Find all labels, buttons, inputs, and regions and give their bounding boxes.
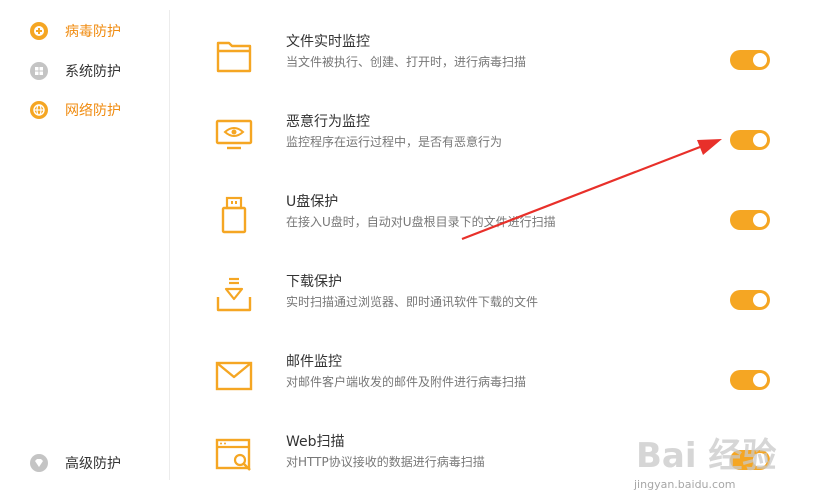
file-monitor-toggle[interactable] (730, 50, 770, 70)
download-tray-icon (216, 277, 252, 312)
setting-description: 在接入U盘时，自动对U盘根目录下的文件进行扫描 (286, 215, 556, 229)
setting-title: 邮件监控 (286, 354, 342, 370)
toggle-knob (753, 213, 767, 227)
setting-title: U盘保护 (286, 194, 339, 210)
diamond-icon (30, 454, 48, 472)
sidebar-item-system-protection[interactable]: 系统防护 (30, 60, 121, 82)
watermark-logo: Bai 经验 (636, 436, 777, 476)
windows-icon (30, 62, 48, 80)
usb-drive-icon (221, 196, 247, 234)
toggle-knob (753, 373, 767, 387)
sidebar-item-label: 系统防护 (65, 64, 121, 80)
sidebar-item-label: 网络防护 (65, 103, 121, 119)
folder-icon (216, 41, 252, 73)
behavior-monitor-toggle[interactable] (730, 130, 770, 150)
toggle-knob (753, 293, 767, 307)
toggle-knob (753, 133, 767, 147)
setting-title: 恶意行为监控 (286, 114, 370, 130)
setting-row-behavior-monitor: 恶意行为监控 监控程序在运行过程中，是否有恶意行为 (170, 105, 820, 185)
globe-icon (30, 101, 48, 119)
watermark-url: jingyan.baidu.com (634, 478, 736, 491)
plus-circle-icon (30, 22, 48, 40)
sidebar-item-label: 高级防护 (65, 456, 121, 472)
setting-row-usb-protection: U盘保护 在接入U盘时，自动对U盘根目录下的文件进行扫描 (170, 185, 820, 265)
download-protection-toggle[interactable] (730, 290, 770, 310)
mail-monitor-toggle[interactable] (730, 370, 770, 390)
setting-row-file-monitor: 文件实时监控 当文件被执行、创建、打开时，进行病毒扫描 (170, 25, 820, 105)
setting-title: 文件实时监控 (286, 34, 370, 50)
watermark: Bai 经验 jingyan.baidu.com (630, 428, 820, 500)
usb-protection-toggle[interactable] (730, 210, 770, 230)
setting-title: 下载保护 (286, 274, 342, 290)
setting-description: 监控程序在运行过程中，是否有恶意行为 (286, 135, 503, 149)
sidebar-item-advanced-protection[interactable]: 高级防护 (30, 452, 121, 474)
toggle-knob (753, 53, 767, 67)
sidebar-item-virus-protection[interactable]: 病毒防护 (30, 20, 121, 42)
setting-description: 实时扫描通过浏览器、即时通讯软件下载的文件 (286, 295, 539, 309)
setting-title: Web扫描 (286, 434, 345, 450)
envelope-icon (215, 361, 253, 391)
setting-description: 对邮件客户端收发的邮件及附件进行病毒扫描 (286, 375, 527, 389)
setting-description: 对HTTP协议接收的数据进行病毒扫描 (286, 455, 485, 469)
setting-row-mail-monitor: 邮件监控 对邮件客户端收发的邮件及附件进行病毒扫描 (170, 345, 820, 425)
sidebar: 病毒防护 系统防护 网络防护 高级防护 (0, 0, 170, 500)
sidebar-item-network-protection[interactable]: 网络防护 (30, 99, 121, 121)
setting-description: 当文件被执行、创建、打开时，进行病毒扫描 (286, 55, 527, 69)
setting-row-download-protection: 下载保护 实时扫描通过浏览器、即时通讯软件下载的文件 (170, 265, 820, 345)
monitor-eye-icon (215, 119, 253, 150)
sidebar-item-label: 病毒防护 (65, 24, 121, 40)
web-scan-icon (215, 438, 251, 471)
